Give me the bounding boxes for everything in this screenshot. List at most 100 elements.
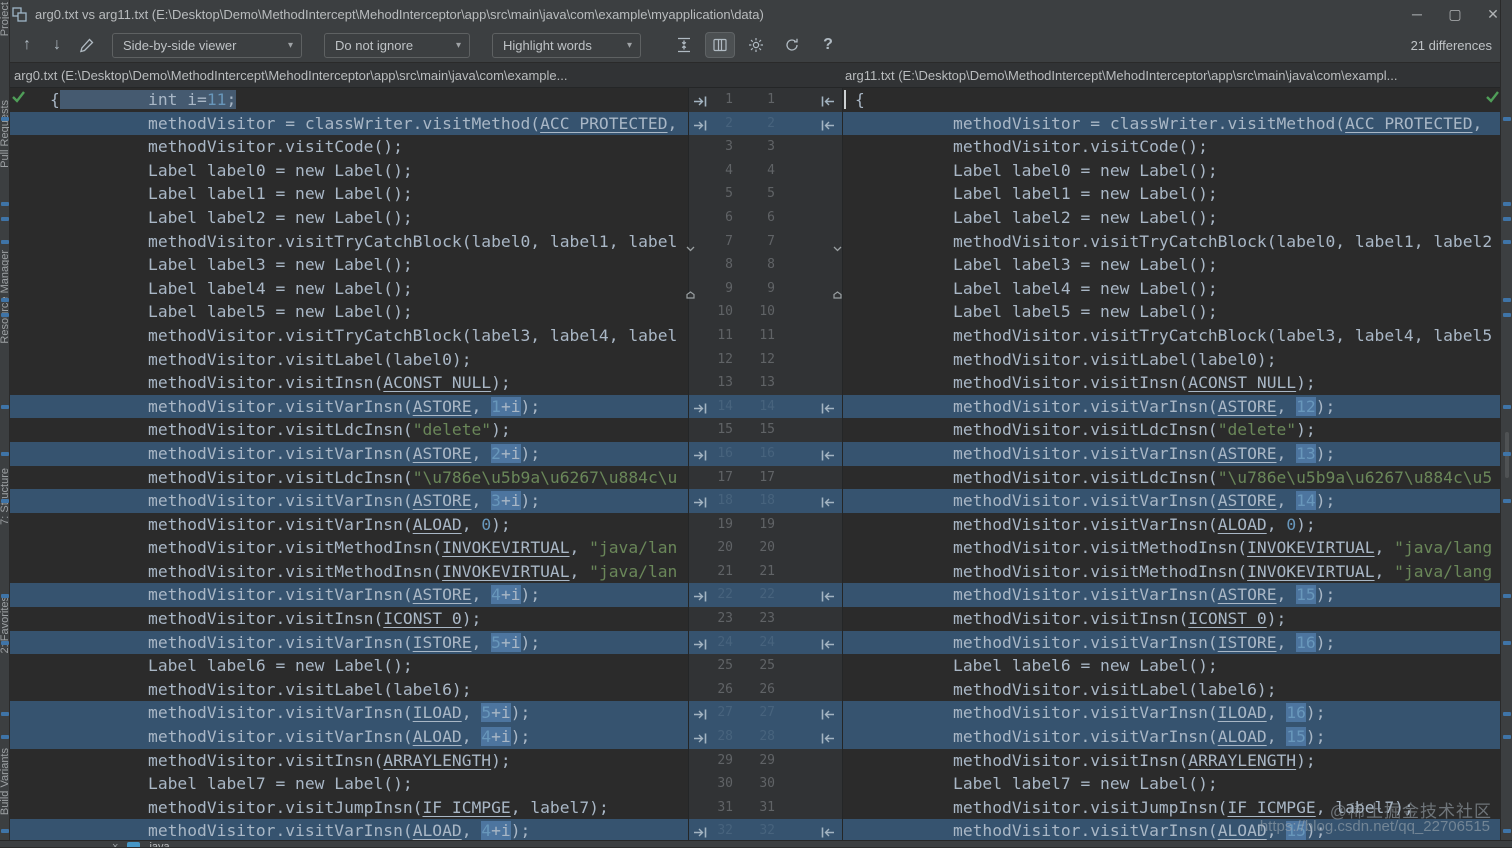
code-line-left[interactable]: methodVisitor.visitCode(); <box>10 135 688 159</box>
code-line-left[interactable]: methodVisitor = classWriter.visitMethod(… <box>10 111 688 136</box>
code-line-left[interactable]: Label label5 = new Label(); <box>10 300 688 324</box>
scroll-marker-stripe-right[interactable] <box>1500 0 1512 847</box>
code-line-right[interactable]: methodVisitor.visitVarInsn(ASTORE, 13); <box>843 441 1500 466</box>
code-line-right[interactable]: methodVisitor.visitMethodInsn(INVOKEVIRT… <box>843 560 1500 584</box>
diff-scroll-marker[interactable] <box>1 829 9 833</box>
tool-window-button[interactable]: Build Variants <box>0 748 9 815</box>
left-editor[interactable]: { int i=11; methodVisitor = classWriter.… <box>10 88 688 840</box>
diff-scroll-marker[interactable] <box>1 712 9 716</box>
code-line-left[interactable]: methodVisitor.visitVarInsn(ILOAD, 5+i); <box>10 701 688 726</box>
apply-change-icon[interactable] <box>821 447 835 461</box>
code-line-left[interactable]: methodVisitor.visitInsn(ARRAYLENGTH); <box>10 749 688 773</box>
code-line-left[interactable]: methodVisitor.visitLabel(label0); <box>10 348 688 372</box>
code-line-right[interactable]: methodVisitor.visitVarInsn(ASTORE, 15); <box>843 583 1500 608</box>
code-line-left[interactable]: Label label0 = new Label(); <box>10 159 688 183</box>
diff-scroll-marker[interactable] <box>1503 712 1511 716</box>
diff-scroll-marker[interactable] <box>1 735 9 739</box>
help-icon[interactable]: ? <box>813 32 843 58</box>
apply-change-icon[interactable] <box>821 494 835 508</box>
next-difference-icon[interactable]: ↓ <box>42 32 72 58</box>
diff-scroll-marker[interactable] <box>1503 240 1511 244</box>
code-line-left[interactable]: methodVisitor.visitInsn(ACONST_NULL); <box>10 371 688 395</box>
code-line-right[interactable]: Label label7 = new Label(); <box>843 772 1500 796</box>
code-line-right[interactable]: Label label1 = new Label(); <box>843 182 1500 206</box>
code-line-right[interactable]: methodVisitor.visitVarInsn(ASTORE, 14); <box>843 489 1500 513</box>
code-line-right[interactable]: methodVisitor.visitCode(); <box>843 135 1500 159</box>
code-line-left[interactable]: Label label3 = new Label(); <box>10 253 688 277</box>
close-icon[interactable]: × <box>112 841 118 847</box>
diff-scroll-marker[interactable] <box>1 117 9 121</box>
minimize-button[interactable]: ─ <box>1398 0 1436 28</box>
tool-window-stripe-left[interactable]: Project Pull Requests Resource Manager 7: S… <box>0 0 10 847</box>
code-line-right[interactable]: methodVisitor.visitVarInsn(ALOAD, 15); <box>843 725 1500 749</box>
diff-scroll-marker[interactable] <box>1 240 9 244</box>
diff-scroll-marker[interactable] <box>1503 217 1511 221</box>
code-line-right[interactable]: Label label0 = new Label(); <box>843 159 1500 183</box>
code-line-right[interactable]: { <box>843 88 1500 112</box>
refresh-icon[interactable] <box>777 32 807 58</box>
maximize-button[interactable]: ▢ <box>1436 0 1474 28</box>
code-line-right[interactable]: methodVisitor.visitVarInsn(ILOAD, 16); <box>843 701 1500 726</box>
code-line-right[interactable]: methodVisitor.visitLdcInsn("\u786e\u5b9a… <box>843 466 1500 490</box>
code-line-left[interactable]: methodVisitor.visitVarInsn(ALOAD, 4+i); <box>10 819 688 840</box>
collapse-unchanged-icon[interactable] <box>669 32 699 58</box>
diff-scroll-marker[interactable] <box>1503 452 1511 456</box>
code-line-right[interactable]: methodVisitor.visitMethodInsn(INVOKEVIRT… <box>843 536 1500 560</box>
apply-change-icon[interactable] <box>821 400 835 414</box>
tool-window-button[interactable]: Project <box>0 2 9 36</box>
code-line-left[interactable]: methodVisitor.visitVarInsn(ALOAD, 0); <box>10 513 688 537</box>
diff-scroll-marker[interactable] <box>1503 117 1511 121</box>
apply-change-icon[interactable] <box>821 730 835 744</box>
code-line-left[interactable]: methodVisitor.visitLabel(label6); <box>10 678 688 702</box>
code-line-left[interactable]: Label label4 = new Label(); <box>10 277 688 301</box>
code-line-right[interactable]: methodVisitor.visitTryCatchBlock(label0,… <box>843 230 1500 254</box>
apply-change-icon[interactable] <box>821 636 835 650</box>
diff-scroll-marker[interactable] <box>1 313 9 317</box>
apply-change-icon[interactable] <box>821 117 835 131</box>
ignore-policy-dropdown[interactable]: Do not ignore ▾ <box>324 32 470 58</box>
code-line-right[interactable]: Label label6 = new Label(); <box>843 654 1500 678</box>
code-line-right[interactable]: methodVisitor.visitVarInsn(ALOAD, 0); <box>843 513 1500 537</box>
apply-change-icon[interactable] <box>821 706 835 720</box>
code-line-left[interactable]: methodVisitor.visitVarInsn(ISTORE, 5+i); <box>10 630 688 655</box>
code-line-left[interactable]: methodVisitor.visitTryCatchBlock(label3,… <box>10 324 688 348</box>
diff-scroll-marker[interactable] <box>1 452 9 456</box>
apply-change-icon[interactable] <box>821 824 835 838</box>
settings-gear-icon[interactable] <box>741 32 771 58</box>
code-line-left[interactable]: methodVisitor.visitJumpInsn(IF_ICMPGE, l… <box>10 796 688 820</box>
diff-scroll-marker[interactable] <box>1 217 9 221</box>
diff-scroll-marker[interactable] <box>1 499 9 503</box>
sync-scrolling-icon[interactable] <box>705 32 735 58</box>
diff-scroll-marker[interactable] <box>1503 202 1511 206</box>
code-line-left[interactable]: methodVisitor.visitLdcInsn("\u786e\u5b9a… <box>10 466 688 490</box>
diff-scroll-marker[interactable] <box>1503 499 1511 503</box>
code-line-left[interactable]: Label label6 = new Label(); <box>10 654 688 678</box>
code-line-right[interactable]: methodVisitor.visitTryCatchBlock(label3,… <box>843 324 1500 348</box>
code-line-left[interactable]: methodVisitor.visitVarInsn(ASTORE, 3+i); <box>10 489 688 513</box>
diff-scroll-marker[interactable] <box>1503 313 1511 317</box>
code-line-left[interactable]: Label label7 = new Label(); <box>10 772 688 796</box>
highlight-policy-dropdown[interactable]: Highlight words ▾ <box>492 32 641 58</box>
code-line-right[interactable]: methodVisitor = classWriter.visitMethod(… <box>843 111 1500 136</box>
diff-scroll-marker[interactable] <box>1503 829 1511 833</box>
tool-window-button[interactable]: Resource Manager <box>0 250 9 344</box>
apply-change-icon[interactable] <box>821 93 835 107</box>
bottom-tab-java[interactable]: java <box>149 841 169 847</box>
code-line-right[interactable]: Label label2 = new Label(); <box>843 206 1500 230</box>
code-line-left[interactable]: methodVisitor.visitTryCatchBlock(label0,… <box>10 230 688 254</box>
code-line-right[interactable]: methodVisitor.visitVarInsn(ASTORE, 12); <box>843 394 1500 419</box>
diff-scroll-marker[interactable] <box>1503 641 1511 645</box>
diff-scroll-marker[interactable] <box>1 405 9 409</box>
viewer-mode-dropdown[interactable]: Side-by-side viewer ▾ <box>112 32 302 58</box>
diff-scroll-marker[interactable] <box>1503 405 1511 409</box>
code-line-right[interactable]: methodVisitor.visitLabel(label6); <box>843 678 1500 702</box>
code-line-left[interactable]: methodVisitor.visitVarInsn(ASTORE, 1+i); <box>10 394 688 419</box>
code-line-left[interactable]: methodVisitor.visitMethodInsn(INVOKEVIRT… <box>10 536 688 560</box>
edit-icon[interactable] <box>72 32 102 58</box>
code-line-right[interactable]: Label label4 = new Label(); <box>843 277 1500 301</box>
diff-scroll-marker[interactable] <box>1 641 9 645</box>
code-line-right[interactable]: methodVisitor.visitInsn(ACONST_NULL); <box>843 371 1500 395</box>
code-line-left[interactable]: methodVisitor.visitLdcInsn("delete"); <box>10 418 688 442</box>
apply-change-icon[interactable] <box>821 588 835 602</box>
code-line-right[interactable]: methodVisitor.visitLdcInsn("delete"); <box>843 418 1500 442</box>
